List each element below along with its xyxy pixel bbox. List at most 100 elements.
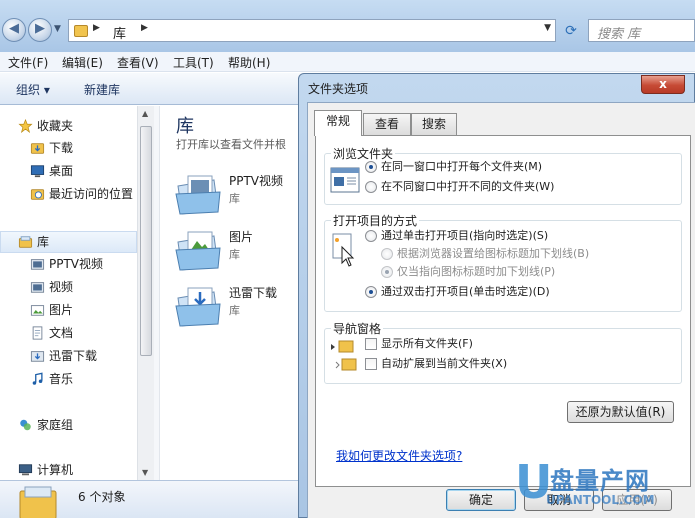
browse-folders-group: 浏览文件夹 在同一窗口中打开每个文件夹(M) 在不同窗口中打开不同的文件夹(W): [324, 145, 682, 205]
dialog-title: 文件夹选项: [308, 82, 369, 96]
checkbox[interactable]: [365, 358, 377, 370]
sidebar-item-label: 音乐: [49, 372, 74, 386]
site-watermark: U 盘量产网 UPANTOOL.COM: [510, 455, 695, 515]
sidebar-item-label: 桌面: [49, 164, 74, 178]
sidebar-item-label: 计算机: [37, 463, 74, 477]
music-icon: [32, 372, 43, 385]
page-title: 库: [176, 116, 194, 137]
breadcrumb-separator-icon[interactable]: ▶: [141, 23, 148, 33]
option-label: 在同一窗口中打开每个文件夹(M): [381, 160, 543, 173]
option-label: 自动扩展到当前文件夹(X): [381, 357, 508, 370]
tab-general[interactable]: 常规: [314, 110, 362, 136]
organize-button[interactable]: 组织 ▾: [16, 81, 50, 98]
navigation-pane-group: 导航窗格 显示所有文件夹(F) 自动扩展到当前文件夹(X): [324, 320, 682, 384]
video-library-icon: [175, 175, 221, 215]
browse-window-icon: [330, 167, 360, 193]
navigation-folders-icon: [331, 340, 357, 371]
tab-view[interactable]: 查看: [363, 113, 411, 135]
address-dropdown-icon[interactable]: ▼: [544, 23, 551, 33]
ok-button[interactable]: 确定: [446, 489, 516, 511]
history-dropdown-icon[interactable]: ▼: [54, 24, 61, 34]
option-label: 显示所有文件夹(F): [381, 337, 473, 350]
folder-options-dialog: 文件夹选项 x 常规 查看 搜索 浏览文件夹 在同一窗口中打开每个文件夹(M): [298, 73, 695, 518]
scrollbar-thumb[interactable]: [140, 126, 152, 356]
download-library-icon: [30, 351, 45, 362]
menu-help[interactable]: 帮助(H): [228, 54, 270, 71]
pictures-library-icon: [30, 305, 45, 316]
item-count: 6 个对象: [78, 490, 126, 504]
download-library-icon: [175, 287, 221, 327]
close-button[interactable]: x: [641, 75, 685, 94]
breadcrumb-library[interactable]: 库: [113, 23, 126, 42]
library-item-pictures[interactable]: 图片 库: [174, 224, 304, 280]
documents-library-icon: [32, 326, 43, 340]
radio-disabled[interactable]: [381, 248, 393, 260]
library-item-xunlei[interactable]: 迅雷下载 库: [174, 280, 304, 336]
help-link[interactable]: 我如何更改文件夹选项?: [336, 447, 462, 464]
library-item-type: 库: [229, 248, 240, 261]
sidebar-item-label: PPTV视频: [49, 257, 104, 271]
library-item-pptv[interactable]: PPTV视频 库: [174, 168, 304, 224]
sidebar-item-label: 库: [37, 235, 50, 249]
checkbox[interactable]: [365, 338, 377, 350]
watermark-brand: 盘量产网: [550, 467, 650, 495]
search-input[interactable]: 搜索 库: [588, 19, 695, 42]
menu-file[interactable]: 文件(F): [8, 54, 48, 71]
library-item-type: 库: [229, 304, 240, 317]
address-bar[interactable]: ▶ 库 ▶ ▼: [68, 19, 556, 42]
library-item-type: 库: [229, 192, 240, 205]
breadcrumb-separator-icon[interactable]: ▶: [93, 23, 100, 33]
option-label: 通过双击打开项目(单击时选定)(D): [381, 285, 550, 298]
navigation-scrollbar[interactable]: ▲ ▼: [137, 106, 154, 480]
menu-edit[interactable]: 编辑(E): [62, 54, 103, 71]
option-label: 仅当指向图标标题时加下划线(P): [397, 265, 556, 278]
sidebar-item-label: 收藏夹: [37, 119, 74, 133]
refresh-icon[interactable]: ⟳: [560, 20, 582, 42]
homegroup-icon: [20, 419, 31, 431]
pictures-library-icon: [175, 231, 221, 271]
radio-selected[interactable]: [365, 161, 377, 173]
sidebar-item-label: 迅雷下载: [49, 349, 98, 363]
menu-view[interactable]: 查看(V): [117, 54, 159, 71]
radio-selected[interactable]: [365, 286, 377, 298]
star-icon: [18, 119, 33, 133]
sidebar-item-label: 下载: [49, 141, 74, 155]
scroll-up-icon[interactable]: ▲: [142, 109, 148, 118]
general-tab-panel: 浏览文件夹 在同一窗口中打开每个文件夹(M) 在不同窗口中打开不同的文件夹(W): [315, 135, 691, 487]
forward-arrow-icon: ▶: [35, 21, 45, 36]
video-library-icon: [30, 282, 45, 293]
computer-icon: [18, 464, 33, 476]
library-item-name: 图片: [229, 230, 254, 244]
menu-bar: 文件(F) 编辑(E) 查看(V) 工具(T) 帮助(H): [0, 52, 695, 72]
close-icon: x: [659, 77, 667, 91]
menu-tools[interactable]: 工具(T): [173, 54, 214, 71]
option-label: 根据浏览器设置给图标标题加下划线(B): [397, 247, 590, 260]
click-pointer-icon: [332, 233, 355, 267]
library-large-icon: [19, 486, 57, 518]
library-item-name: 迅雷下载: [229, 286, 278, 300]
sidebar-item-label: 最近访问的位置: [49, 187, 134, 201]
download-folder-icon: [30, 143, 45, 154]
sidebar-item-label: 文档: [49, 326, 74, 340]
tab-search[interactable]: 搜索: [411, 113, 457, 135]
click-items-group: 打开项目的方式 通过单击打开项目(指向时选定)(S) 根据浏览器设置给图标标题加…: [324, 212, 682, 312]
page-subtitle: 打开库以查看文件并根: [176, 138, 286, 151]
back-button[interactable]: ◀: [2, 18, 26, 42]
radio-disabled-selected[interactable]: [381, 266, 393, 278]
address-row: ◀ ▶ ▼ ▶ 库 ▶ ▼ ⟳ 搜索 库: [0, 0, 695, 52]
forward-button[interactable]: ▶: [28, 18, 52, 42]
scroll-down-icon[interactable]: ▼: [142, 468, 148, 477]
library-item-name: PPTV视频: [229, 174, 284, 188]
new-library-button[interactable]: 新建库: [84, 81, 120, 98]
desktop-icon: [30, 165, 45, 178]
video-library-icon: [30, 259, 45, 270]
option-label: 通过单击打开项目(指向时选定)(S): [381, 229, 549, 242]
sidebar-item-label: 视频: [49, 280, 74, 294]
sidebar-item-label: 图片: [49, 303, 74, 317]
library-icon: [74, 25, 88, 37]
library-icon: [18, 236, 33, 248]
back-arrow-icon: ◀: [9, 21, 19, 36]
restore-defaults-button[interactable]: 还原为默认值(R): [567, 401, 674, 423]
radio-unselected[interactable]: [365, 181, 377, 193]
radio-unselected[interactable]: [365, 230, 377, 242]
